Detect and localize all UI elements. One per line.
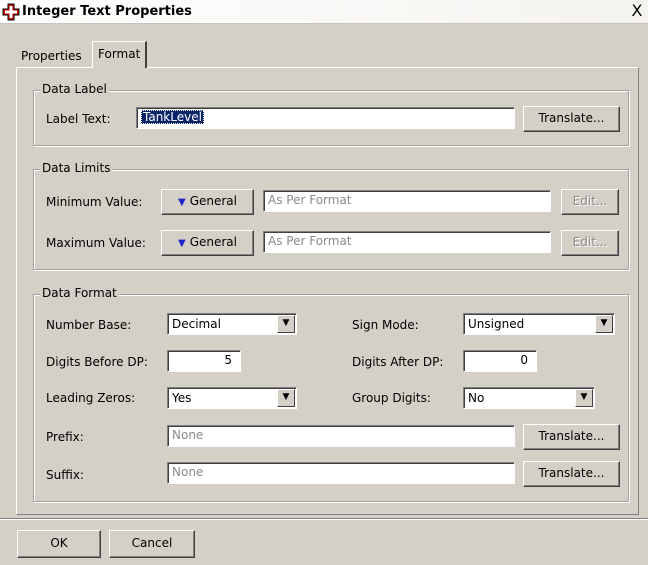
data-format-legend: Data Format: [40, 286, 119, 300]
prefix-input[interactable]: None: [167, 425, 515, 447]
ok-button[interactable]: OK: [17, 530, 101, 558]
digits-after-dp-input[interactable]: 0: [463, 350, 537, 372]
title-bar[interactable]: Integer Text Properties X: [0, 0, 648, 24]
chevron-down-icon[interactable]: ▼: [277, 389, 295, 407]
label-text-label: Label Text:: [46, 112, 111, 126]
cancel-button[interactable]: Cancel: [109, 530, 195, 558]
number-base-label: Number Base:: [46, 318, 132, 332]
maximum-value-input[interactable]: As Per Format: [263, 231, 551, 253]
maximum-mode-label: General: [189, 235, 237, 249]
group-digits-label: Group Digits:: [352, 391, 431, 405]
data-limits-legend: Data Limits: [40, 161, 113, 175]
leading-zeros-label: Leading Zeros:: [46, 391, 136, 405]
sign-mode-label: Sign Mode:: [352, 318, 419, 332]
sign-mode-value: Unsigned: [468, 317, 525, 331]
footer-separator: [0, 518, 648, 520]
minimum-mode-button[interactable]: ▼ General: [161, 189, 254, 215]
label-translate-button[interactable]: Translate...: [523, 106, 620, 132]
minimum-edit-button[interactable]: Edit...: [561, 189, 619, 215]
tab-format[interactable]: Format: [92, 41, 148, 68]
tab-properties[interactable]: Properties: [16, 46, 87, 67]
digits-before-dp-input[interactable]: 5: [167, 350, 241, 372]
label-text-input[interactable]: TankLevel: [136, 107, 515, 129]
group-digits-value: No: [468, 391, 485, 405]
leading-zeros-value: Yes: [172, 391, 192, 405]
group-digits-select[interactable]: No ▼: [463, 387, 595, 409]
prefix-translate-button[interactable]: Translate...: [523, 424, 620, 450]
chevron-down-icon[interactable]: ▼: [595, 315, 613, 333]
window-title: Integer Text Properties: [22, 4, 192, 19]
data-limits-group: [33, 169, 629, 270]
dropdown-triangle-icon: ▼: [178, 197, 186, 208]
digits-before-dp-label: Digits Before DP:: [46, 355, 148, 369]
prefix-label: Prefix:: [46, 430, 84, 444]
minimum-value-input[interactable]: As Per Format: [263, 190, 551, 212]
dropdown-triangle-icon: ▼: [178, 238, 186, 249]
leading-zeros-select[interactable]: Yes ▼: [167, 387, 297, 409]
maximum-value-label: Maximum Value:: [46, 236, 146, 250]
red-cross-icon: [2, 3, 20, 21]
minimum-mode-label: General: [189, 194, 237, 208]
chevron-down-icon[interactable]: ▼: [277, 315, 295, 333]
number-base-value: Decimal: [172, 317, 221, 331]
suffix-label: Suffix:: [46, 468, 84, 482]
suffix-translate-button[interactable]: Translate...: [523, 461, 620, 487]
chevron-down-icon[interactable]: ▼: [575, 389, 593, 407]
minimum-value-label: Minimum Value:: [46, 195, 143, 209]
label-text-value: TankLevel: [141, 110, 204, 124]
suffix-input[interactable]: None: [167, 462, 515, 484]
close-button[interactable]: X: [628, 2, 646, 20]
digits-after-dp-label: Digits After DP:: [352, 355, 444, 369]
maximum-mode-button[interactable]: ▼ General: [161, 230, 254, 256]
data-label-legend: Data Label: [40, 82, 109, 96]
sign-mode-select[interactable]: Unsigned ▼: [463, 313, 615, 335]
maximum-edit-button[interactable]: Edit...: [561, 230, 619, 256]
number-base-select[interactable]: Decimal ▼: [167, 313, 297, 335]
